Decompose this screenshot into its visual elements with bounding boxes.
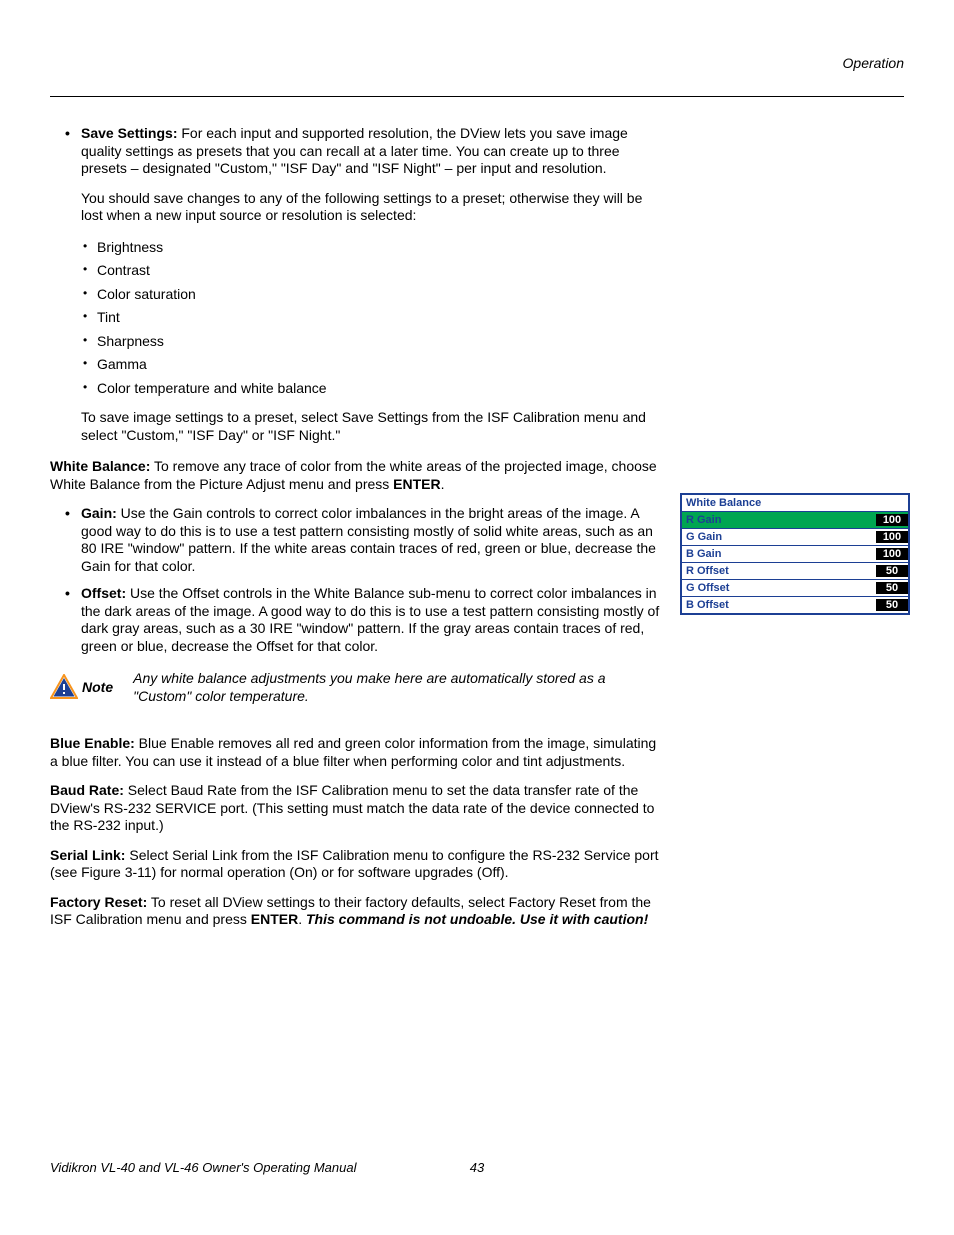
table-row: R Offset50 bbox=[681, 563, 909, 580]
table-row: B Offset50 bbox=[681, 597, 909, 615]
warning-icon bbox=[50, 674, 78, 700]
footer: Vidikron VL-40 and VL-46 Owner's Operati… bbox=[50, 1160, 904, 1175]
note-text: Any white balance adjustments you make h… bbox=[133, 669, 660, 705]
list-item: Sharpness bbox=[75, 333, 660, 351]
note-label: Note bbox=[82, 679, 113, 695]
list-item: Brightness bbox=[75, 239, 660, 257]
white-balance-para: White Balance: To remove any trace of co… bbox=[50, 458, 660, 493]
list-item: Contrast bbox=[75, 262, 660, 280]
blue-enable-para: Blue Enable: Blue Enable removes all red… bbox=[50, 735, 660, 770]
footer-page: 43 bbox=[447, 1160, 507, 1175]
header-section: Operation bbox=[50, 55, 904, 71]
list-item: Color temperature and white balance bbox=[75, 380, 660, 398]
offset-label: Offset: bbox=[81, 585, 126, 601]
table-row: B Gain100 bbox=[681, 546, 909, 563]
wb-table-title: White Balance bbox=[681, 494, 909, 512]
white-balance-label: White Balance: bbox=[50, 458, 150, 474]
factory-reset-label: Factory Reset: bbox=[50, 894, 147, 910]
table-row: G Offset50 bbox=[681, 580, 909, 597]
factory-reset-para: Factory Reset: To reset all DView settin… bbox=[50, 894, 660, 929]
table-row: G Gain100 bbox=[681, 529, 909, 546]
note-block: Note Any white balance adjustments you m… bbox=[50, 669, 660, 705]
gain-label: Gain: bbox=[81, 505, 117, 521]
save-settings-p2: You should save changes to any of the fo… bbox=[50, 190, 660, 225]
white-balance-table: White Balance R Gain100 G Gain100 B Gain… bbox=[680, 493, 910, 615]
blue-enable-label: Blue Enable: bbox=[50, 735, 135, 751]
footer-title: Vidikron VL-40 and VL-46 Owner's Operati… bbox=[50, 1160, 447, 1175]
table-row: R Gain100 bbox=[681, 512, 909, 529]
divider bbox=[50, 96, 904, 97]
list-item: Tint bbox=[75, 309, 660, 327]
factory-reset-warning: This command is not undoable. Use it wit… bbox=[306, 911, 648, 927]
serial-link-para: Serial Link: Select Serial Link from the… bbox=[50, 847, 660, 882]
baud-rate-para: Baud Rate: Select Baud Rate from the ISF… bbox=[50, 782, 660, 835]
list-item: Gamma bbox=[75, 356, 660, 374]
gain-item: Gain: Use the Gain controls to correct c… bbox=[55, 505, 660, 575]
save-settings-item: Save Settings: For each input and suppor… bbox=[55, 125, 660, 178]
baud-rate-label: Baud Rate: bbox=[50, 782, 124, 798]
offset-item: Offset: Use the Offset controls in the W… bbox=[55, 585, 660, 655]
save-settings-p3: To save image settings to a preset, sele… bbox=[50, 409, 660, 444]
list-item: Color saturation bbox=[75, 286, 660, 304]
serial-link-label: Serial Link: bbox=[50, 847, 125, 863]
save-settings-label: Save Settings: bbox=[81, 125, 177, 141]
